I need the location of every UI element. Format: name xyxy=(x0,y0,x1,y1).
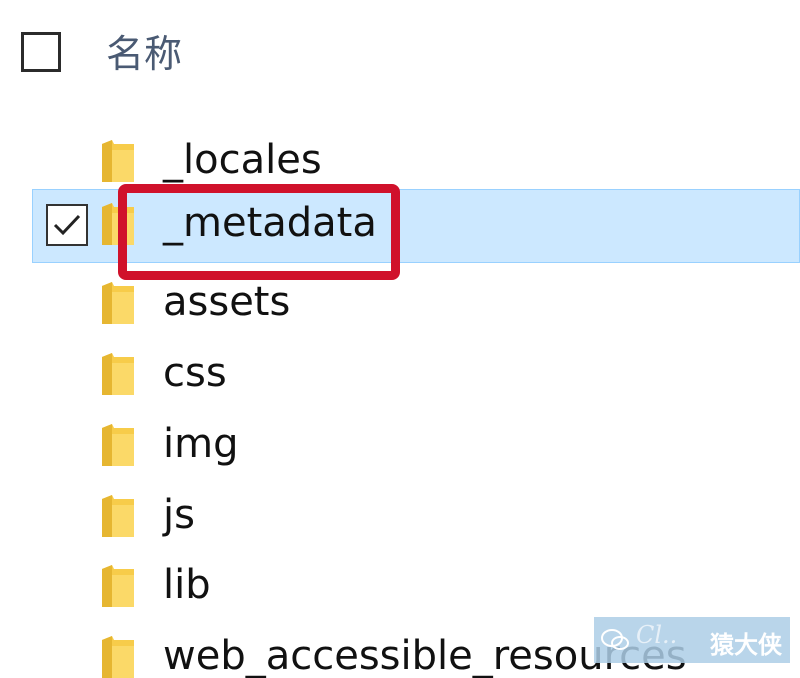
file-row[interactable]: img xyxy=(0,410,800,480)
file-name: img xyxy=(163,421,239,467)
wechat-icon xyxy=(601,629,629,650)
row-checkbox-checked[interactable] xyxy=(46,204,88,246)
folder-icon xyxy=(100,138,136,184)
file-name: css xyxy=(163,350,227,396)
folder-icon xyxy=(100,634,136,678)
file-name: js xyxy=(163,492,195,538)
folder-icon xyxy=(100,493,136,539)
file-row[interactable]: css xyxy=(0,339,800,409)
file-list: _locales _metadata assets css img js lib web_ac… xyxy=(0,0,800,678)
file-row[interactable]: lib xyxy=(0,551,800,621)
highlight-annotation xyxy=(118,184,400,280)
folder-icon xyxy=(100,422,136,468)
file-row[interactable]: js xyxy=(0,481,800,551)
file-explorer: 名称 _locales _metadata assets css img js lib web… xyxy=(0,0,800,678)
folder-icon xyxy=(100,563,136,609)
check-icon xyxy=(53,214,81,236)
watermark-overlay-text: Cl.. xyxy=(636,621,678,649)
file-name: assets xyxy=(163,279,291,325)
folder-icon xyxy=(100,351,136,397)
watermark: Cl.. 猿大侠 xyxy=(594,617,790,663)
file-name: lib xyxy=(163,562,211,608)
file-row[interactable]: assets xyxy=(0,268,800,338)
file-name: _locales xyxy=(163,137,322,183)
watermark-text: 猿大侠 xyxy=(710,631,782,659)
folder-icon xyxy=(100,280,136,326)
